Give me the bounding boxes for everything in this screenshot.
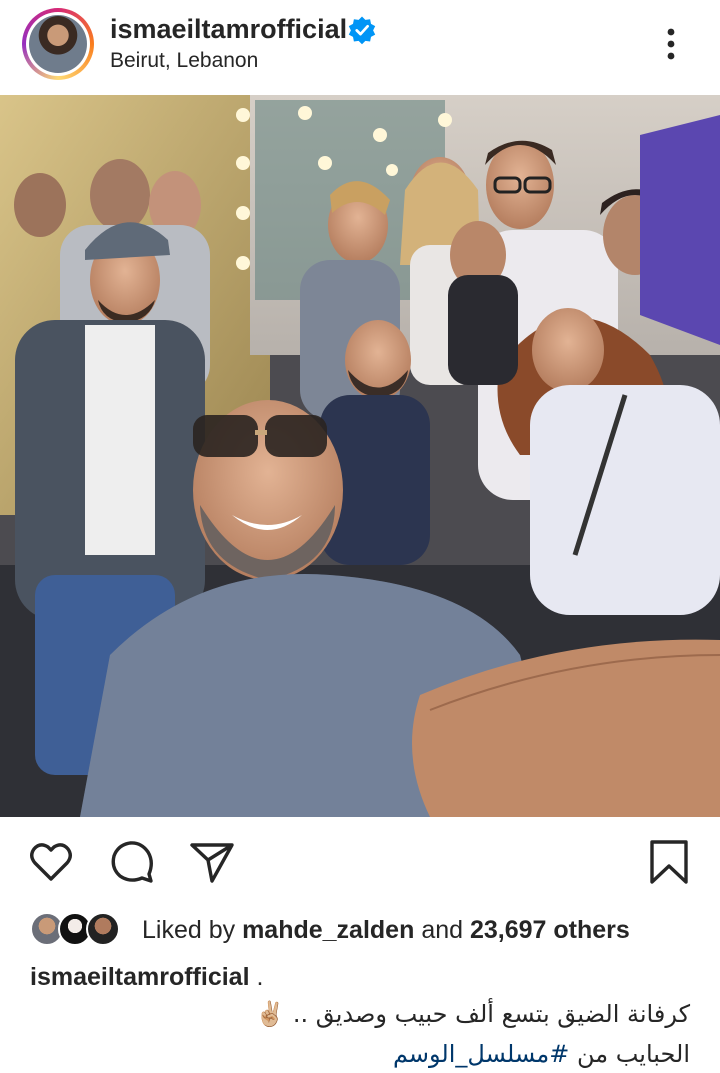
- likes-prefix: Liked by: [142, 916, 236, 944]
- likes-text[interactable]: Liked by mahde_zalden and 23,697 others: [142, 916, 630, 945]
- likes-row: Liked by mahde_zalden and 23,697 others: [30, 908, 710, 952]
- verified-badge-icon: [348, 16, 376, 45]
- victory-hand-icon: ✌🏼: [255, 1000, 286, 1028]
- liker-avatar[interactable]: [86, 912, 120, 946]
- first-liker-username[interactable]: mahde_zalden: [242, 916, 414, 944]
- caption-dot: .: [256, 963, 264, 991]
- caption-header: ismaeiltamrofficial .: [30, 963, 263, 992]
- caption-hashtag[interactable]: #مسلسل_الوسم: [393, 1040, 569, 1068]
- post-header: ismaeiltamrofficial Beirut, Lebanon: [0, 0, 720, 95]
- likes-connector: and: [421, 916, 464, 944]
- post-username[interactable]: ismaeiltamrofficial: [110, 14, 347, 45]
- heart-icon[interactable]: [27, 838, 75, 886]
- profile-avatar[interactable]: [22, 8, 94, 80]
- post-location[interactable]: Beirut, Lebanon: [110, 49, 258, 73]
- more-vertical-icon[interactable]: [656, 24, 686, 64]
- caption-username[interactable]: ismaeiltamrofficial: [30, 963, 250, 991]
- caption-text-2: الحبايب من: [576, 1040, 690, 1068]
- post-actions: [0, 830, 720, 890]
- caption-text-1: كرفانة الضيق بتسع ألف حبيب وصديق ..: [292, 1000, 690, 1028]
- caption-line-1: كرفانة الضيق بتسع ألف حبيب وصديق .. ✌🏼: [255, 1000, 690, 1028]
- avatar-image: [29, 15, 87, 73]
- comment-icon[interactable]: [108, 838, 156, 886]
- likes-count[interactable]: 23,697 others: [470, 916, 630, 944]
- post-photo[interactable]: [0, 95, 720, 817]
- group-selfie-image: [0, 95, 720, 817]
- bookmark-icon[interactable]: [645, 838, 693, 886]
- share-icon[interactable]: [188, 838, 236, 886]
- caption-line-2: الحبايب من #مسلسل_الوسم: [393, 1040, 690, 1068]
